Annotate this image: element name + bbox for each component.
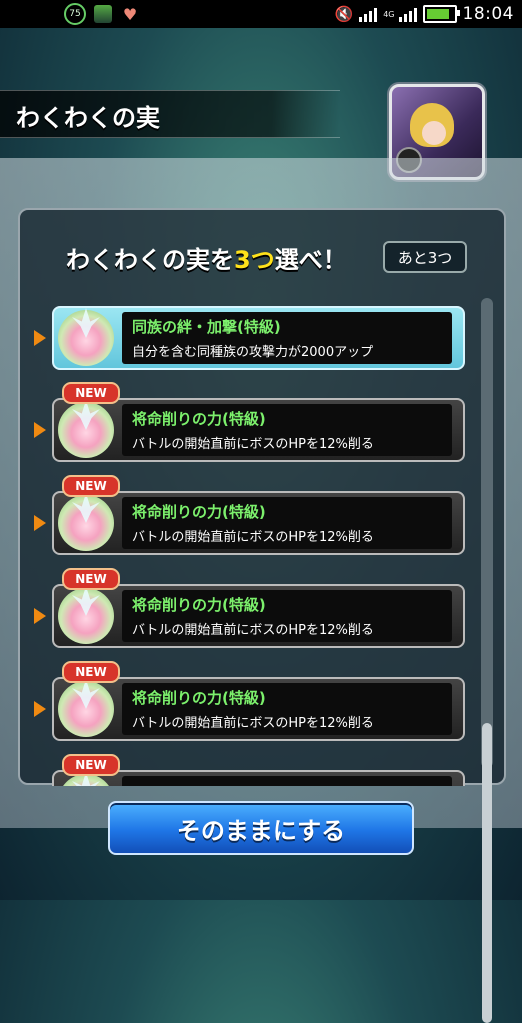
new-badge: NEW (62, 475, 120, 497)
keep-as-is-button[interactable]: そのままにする (108, 801, 414, 855)
fruit-item[interactable]: 将命削りの力(特級) バトルの開始直前にボスのHPを12%削る (52, 677, 465, 741)
mute-icon: 🔇 (334, 5, 354, 23)
fruit-name: 将命削りの力(特級) (132, 410, 266, 428)
new-badge: NEW (62, 568, 120, 590)
fruit-name: 将命削りの力(特級) (132, 689, 266, 707)
heading-count: 3つ (234, 246, 275, 274)
heading-suffix: 選べ！ (274, 246, 347, 274)
battery-icon (422, 5, 460, 23)
fruit-name: 将命削りの力(特級) (132, 503, 266, 521)
fruit-name: 将命削りの力(特級) (132, 596, 266, 614)
selection-arrow-icon (34, 608, 46, 624)
battery-badge-icon: 75 (64, 3, 86, 25)
page-title: わくわくの実 (16, 104, 160, 132)
fruit-desc: バトルの開始直前にボスのHPを12%削る (132, 437, 374, 452)
fruit-name: 同族の絆・加撃(特級) (132, 318, 281, 336)
fruit-desc: バトルの開始直前にボスのHPを12%削る (132, 623, 374, 638)
selection-arrow-icon (34, 515, 46, 531)
scrollbar[interactable] (481, 298, 493, 1023)
fruit-desc: 自分を含む同種族の攻撃力が2000アップ (132, 345, 374, 360)
new-badge: NEW (62, 754, 120, 776)
clock: 18:04 (462, 4, 514, 24)
selection-arrow-icon (34, 422, 46, 438)
new-badge: NEW (62, 661, 120, 683)
app-icon (94, 5, 112, 23)
selection-arrow-icon (34, 701, 46, 717)
fruit-item[interactable]: 将命削りの力(特級) バトルの開始直前にボスのHPを12%削る (52, 398, 465, 462)
fruit-item[interactable]: 同族の絆・加撃(特級) 自分を含む同種族の攻撃力が2000アップ (52, 306, 465, 370)
selection-arrow-icon (34, 330, 46, 346)
fruit-icon (58, 588, 114, 644)
avatar-face (422, 121, 446, 145)
heart-icon: ♥ (122, 4, 138, 24)
remaining-badge: あと3つ (383, 241, 467, 273)
fruit-desc: バトルの開始直前にボスのHPを12%削る (132, 716, 374, 731)
fruit-icon (58, 310, 114, 366)
fruit-desc: バトルの開始直前にボスのHPを12%削る (132, 530, 374, 545)
fruit-icon (58, 495, 114, 551)
cell-signal-icon (398, 6, 417, 22)
wifi-signal-icon (359, 6, 378, 22)
status-bar: 75 ♥ 🔇 4G 18:04 (0, 0, 522, 28)
header-band: わくわくの実 (0, 90, 340, 138)
fruit-item[interactable]: 将命削りの力(特級) バトルの開始直前にボスのHPを12%削る (52, 584, 465, 648)
heading-prefix: わくわくの実を (66, 246, 234, 274)
new-badge: NEW (62, 382, 120, 404)
panel-heading: わくわくの実を3つ選べ！ (66, 240, 347, 275)
battery-level (426, 9, 449, 19)
fruit-item[interactable]: 将命削りの力(特級) バトルの開始直前にボスのHPを12%削る (52, 491, 465, 555)
fruit-icon (58, 681, 114, 737)
scrollbar-thumb[interactable] (482, 723, 492, 1023)
battery-badge-value: 75 (69, 9, 81, 19)
fruit-icon (58, 402, 114, 458)
network-type: 4G (383, 9, 395, 19)
